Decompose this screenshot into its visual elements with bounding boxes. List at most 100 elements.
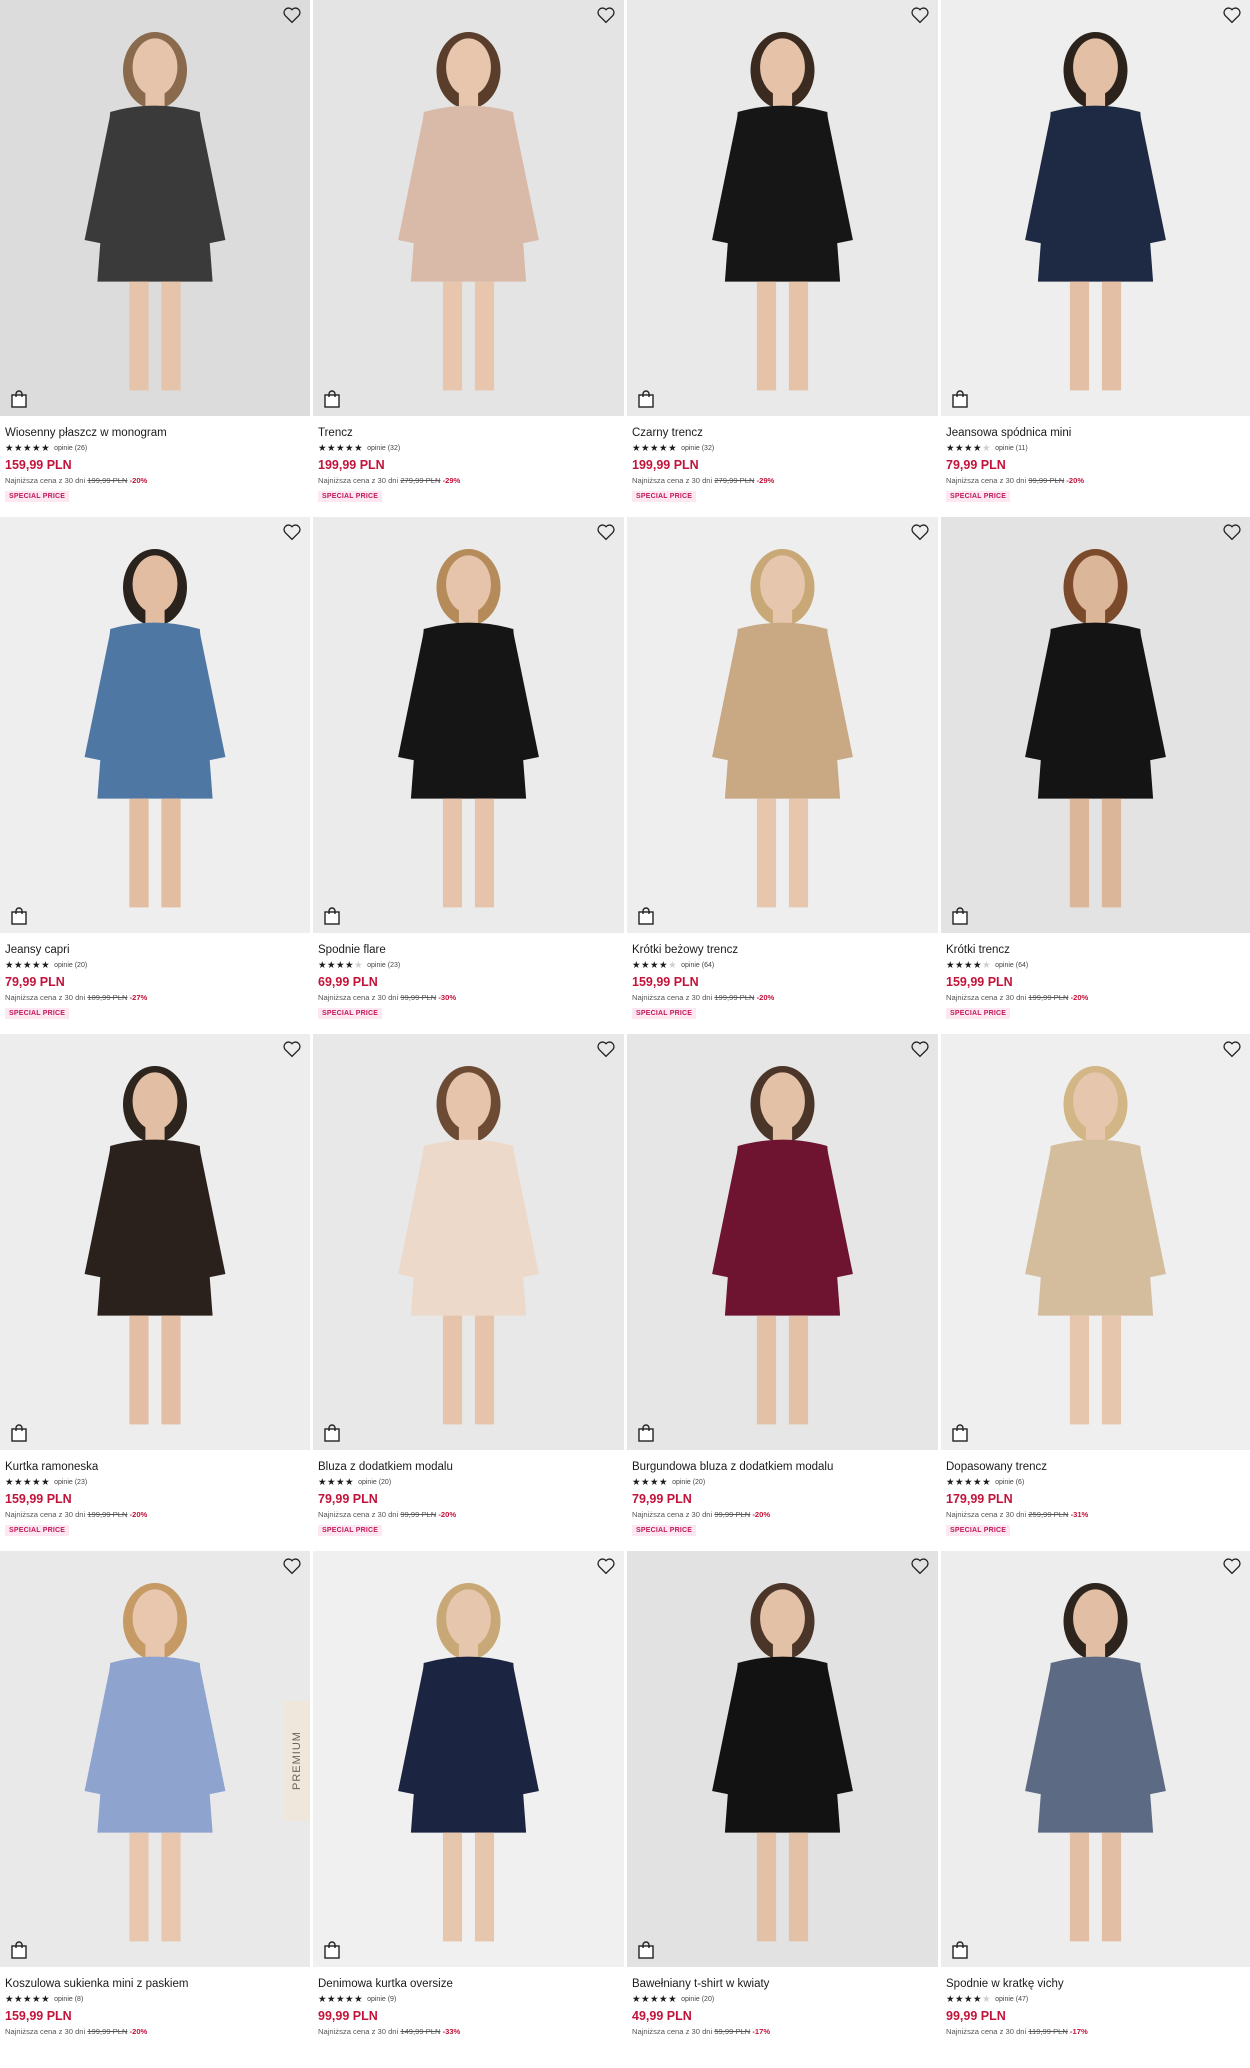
heart-icon[interactable] (1222, 1040, 1242, 1058)
review-count[interactable]: opinie (20) (358, 1479, 391, 1486)
review-count[interactable]: opinie (64) (681, 962, 714, 969)
product-card[interactable]: Bluza z dodatkiem modalu ★★★★ opinie (20… (313, 1034, 627, 1551)
product-name[interactable]: Krótki trencz (946, 943, 1250, 957)
review-count[interactable]: opinie (20) (672, 1479, 705, 1486)
product-card[interactable]: Spodnie w kratkę vichy ★★★★★ opinie (47)… (941, 1551, 1250, 2068)
product-name[interactable]: Dopasowany trencz (946, 1460, 1250, 1474)
product-card[interactable]: PREMIUM Koszulowa sukienka mini z paskie… (0, 1551, 313, 2068)
product-name[interactable]: Bluza z dodatkiem modalu (318, 1460, 627, 1474)
product-image[interactable] (627, 517, 938, 933)
heart-icon[interactable] (596, 1040, 616, 1058)
review-count[interactable]: opinie (32) (681, 445, 714, 452)
shopping-bag-icon[interactable] (11, 1941, 27, 1959)
review-count[interactable]: opinie (47) (995, 1996, 1028, 2003)
heart-icon[interactable] (596, 523, 616, 541)
product-card[interactable]: Krótki beżowy trencz ★★★★★ opinie (64) 1… (627, 517, 941, 1034)
product-image[interactable] (0, 517, 310, 933)
shopping-bag-icon[interactable] (638, 1424, 654, 1442)
product-image[interactable] (313, 1551, 624, 1967)
review-count[interactable]: opinie (8) (54, 1996, 83, 2003)
product-card[interactable]: Burgundowa bluza z dodatkiem modalu ★★★★… (627, 1034, 941, 1551)
discount: -33% (442, 2027, 461, 2036)
product-image[interactable]: PREMIUM (0, 1551, 310, 1967)
shopping-bag-icon[interactable] (324, 390, 340, 408)
product-name[interactable]: Wiosenny płaszcz w monogram (5, 426, 313, 440)
product-image[interactable] (627, 1551, 938, 1967)
heart-icon[interactable] (910, 523, 930, 541)
shopping-bag-icon[interactable] (11, 390, 27, 408)
product-card[interactable]: Wiosenny płaszcz w monogram ★★★★★ opinie… (0, 0, 313, 517)
product-name[interactable]: Jeansowa spódnica mini (946, 426, 1250, 440)
review-count[interactable]: opinie (20) (681, 1996, 714, 2003)
product-card[interactable]: Jeansowa spódnica mini ★★★★★ opinie (11)… (941, 0, 1250, 517)
review-count[interactable]: opinie (23) (54, 1479, 87, 1486)
shopping-bag-icon[interactable] (952, 390, 968, 408)
heart-icon[interactable] (1222, 523, 1242, 541)
shopping-bag-icon[interactable] (638, 907, 654, 925)
model-photo (941, 1551, 1250, 1967)
shopping-bag-icon[interactable] (638, 1941, 654, 1959)
product-image[interactable] (313, 0, 624, 416)
product-name[interactable]: Czarny trencz (632, 426, 941, 440)
product-name[interactable]: Jeansy capri (5, 943, 313, 957)
product-card[interactable]: Trencz ★★★★★ opinie (32) 199,99 PLN Najn… (313, 0, 627, 517)
product-name[interactable]: Kurtka ramoneska (5, 1460, 313, 1474)
product-image[interactable] (627, 0, 938, 416)
product-name[interactable]: Trencz (318, 426, 627, 440)
product-image[interactable] (941, 0, 1250, 416)
heart-icon[interactable] (1222, 6, 1242, 24)
heart-icon[interactable] (596, 6, 616, 24)
review-count[interactable]: opinie (23) (367, 962, 400, 969)
review-count[interactable]: opinie (20) (54, 962, 87, 969)
product-card[interactable]: Bawełniany t-shirt w kwiaty ★★★★★ opinie… (627, 1551, 941, 2068)
review-count[interactable]: opinie (32) (367, 445, 400, 452)
product-card[interactable]: Czarny trencz ★★★★★ opinie (32) 199,99 P… (627, 0, 941, 517)
heart-icon[interactable] (282, 523, 302, 541)
product-name[interactable]: Bawełniany t-shirt w kwiaty (632, 1977, 941, 1991)
product-image[interactable] (313, 517, 624, 933)
product-card[interactable]: Denimowa kurtka oversize ★★★★★ opinie (9… (313, 1551, 627, 2068)
product-name[interactable]: Spodnie w kratkę vichy (946, 1977, 1250, 1991)
old-price: 279,99 PLN (400, 476, 441, 485)
product-name[interactable]: Koszulowa sukienka mini z paskiem (5, 1977, 313, 1991)
product-name[interactable]: Krótki beżowy trencz (632, 943, 941, 957)
heart-icon[interactable] (1222, 1557, 1242, 1575)
shopping-bag-icon[interactable] (952, 1424, 968, 1442)
shopping-bag-icon[interactable] (952, 1941, 968, 1959)
review-count[interactable]: opinie (11) (995, 445, 1028, 452)
review-count[interactable]: opinie (64) (995, 962, 1028, 969)
product-info: Denimowa kurtka oversize ★★★★★ opinie (9… (313, 1967, 627, 2036)
product-name[interactable]: Burgundowa bluza z dodatkiem modalu (632, 1460, 941, 1474)
shopping-bag-icon[interactable] (11, 1424, 27, 1442)
shopping-bag-icon[interactable] (324, 1941, 340, 1959)
heart-icon[interactable] (910, 1040, 930, 1058)
product-name[interactable]: Denimowa kurtka oversize (318, 1977, 627, 1991)
product-image[interactable] (0, 0, 310, 416)
review-count[interactable]: opinie (9) (367, 1996, 396, 2003)
heart-icon[interactable] (282, 1557, 302, 1575)
heart-icon[interactable] (596, 1557, 616, 1575)
product-card[interactable]: Jeansy capri ★★★★★ opinie (20) 79,99 PLN… (0, 517, 313, 1034)
product-name[interactable]: Spodnie flare (318, 943, 627, 957)
product-image[interactable] (941, 517, 1250, 933)
product-card[interactable]: Kurtka ramoneska ★★★★★ opinie (23) 159,9… (0, 1034, 313, 1551)
review-count[interactable]: opinie (26) (54, 445, 87, 452)
shopping-bag-icon[interactable] (11, 907, 27, 925)
shopping-bag-icon[interactable] (952, 907, 968, 925)
heart-icon[interactable] (282, 6, 302, 24)
product-image[interactable] (941, 1034, 1250, 1450)
heart-icon[interactable] (282, 1040, 302, 1058)
product-card[interactable]: Spodnie flare ★★★★★ opinie (23) 69,99 PL… (313, 517, 627, 1034)
shopping-bag-icon[interactable] (638, 390, 654, 408)
product-image[interactable] (313, 1034, 624, 1450)
product-card[interactable]: Dopasowany trencz ★★★★★ opinie (6) 179,9… (941, 1034, 1250, 1551)
shopping-bag-icon[interactable] (324, 1424, 340, 1442)
product-image[interactable] (0, 1034, 310, 1450)
shopping-bag-icon[interactable] (324, 907, 340, 925)
product-image[interactable] (941, 1551, 1250, 1967)
product-image[interactable] (627, 1034, 938, 1450)
product-card[interactable]: Krótki trencz ★★★★★ opinie (64) 159,99 P… (941, 517, 1250, 1034)
review-count[interactable]: opinie (6) (995, 1479, 1024, 1486)
heart-icon[interactable] (910, 6, 930, 24)
heart-icon[interactable] (910, 1557, 930, 1575)
